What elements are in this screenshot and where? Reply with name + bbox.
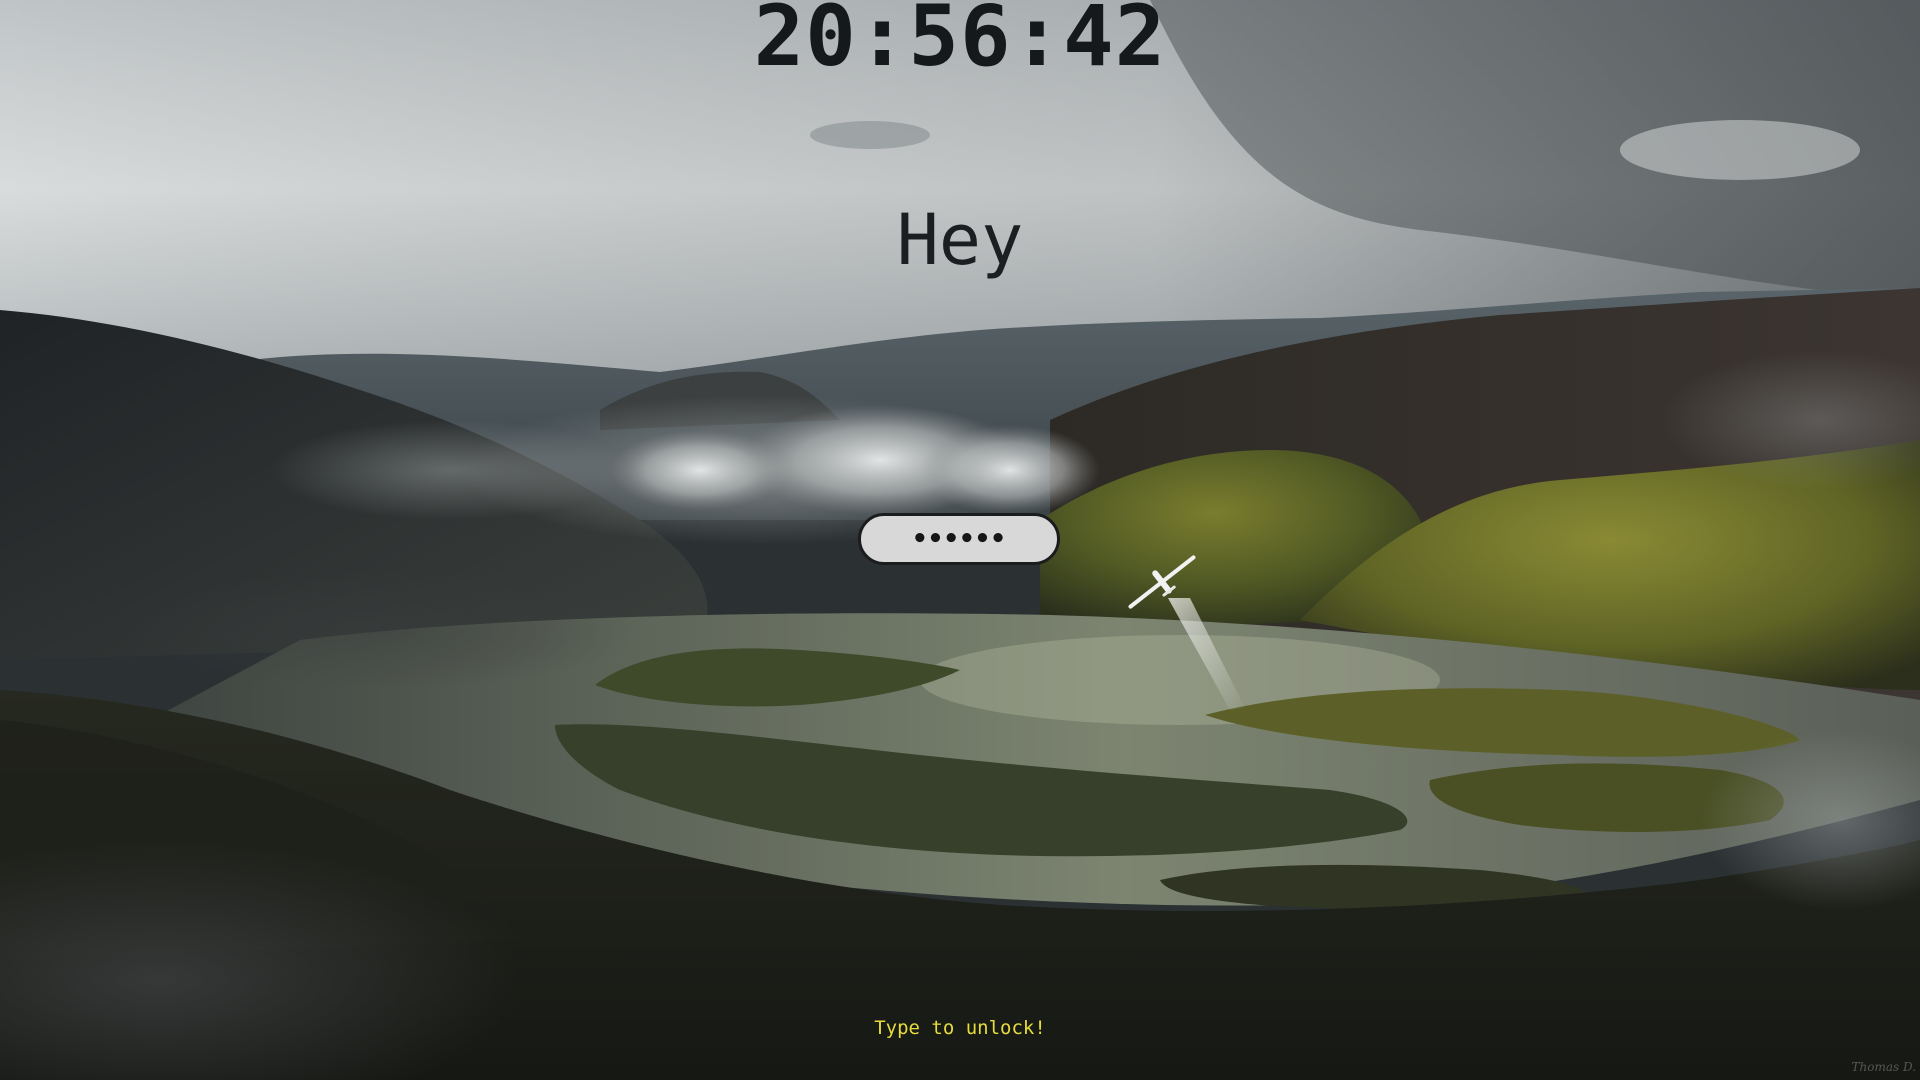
greeting-text: Hey bbox=[896, 199, 1024, 281]
password-mask: •••••• bbox=[912, 524, 1006, 554]
clock: 20:56:42 bbox=[753, 0, 1167, 85]
lock-screen: 20:56:42 Hey •••••• Type to unlock! Thom… bbox=[0, 0, 1920, 1080]
password-input[interactable]: •••••• bbox=[858, 513, 1060, 565]
unlock-hint: Type to unlock! bbox=[874, 1017, 1046, 1039]
artist-signature: Thomas D. bbox=[1851, 1060, 1916, 1074]
